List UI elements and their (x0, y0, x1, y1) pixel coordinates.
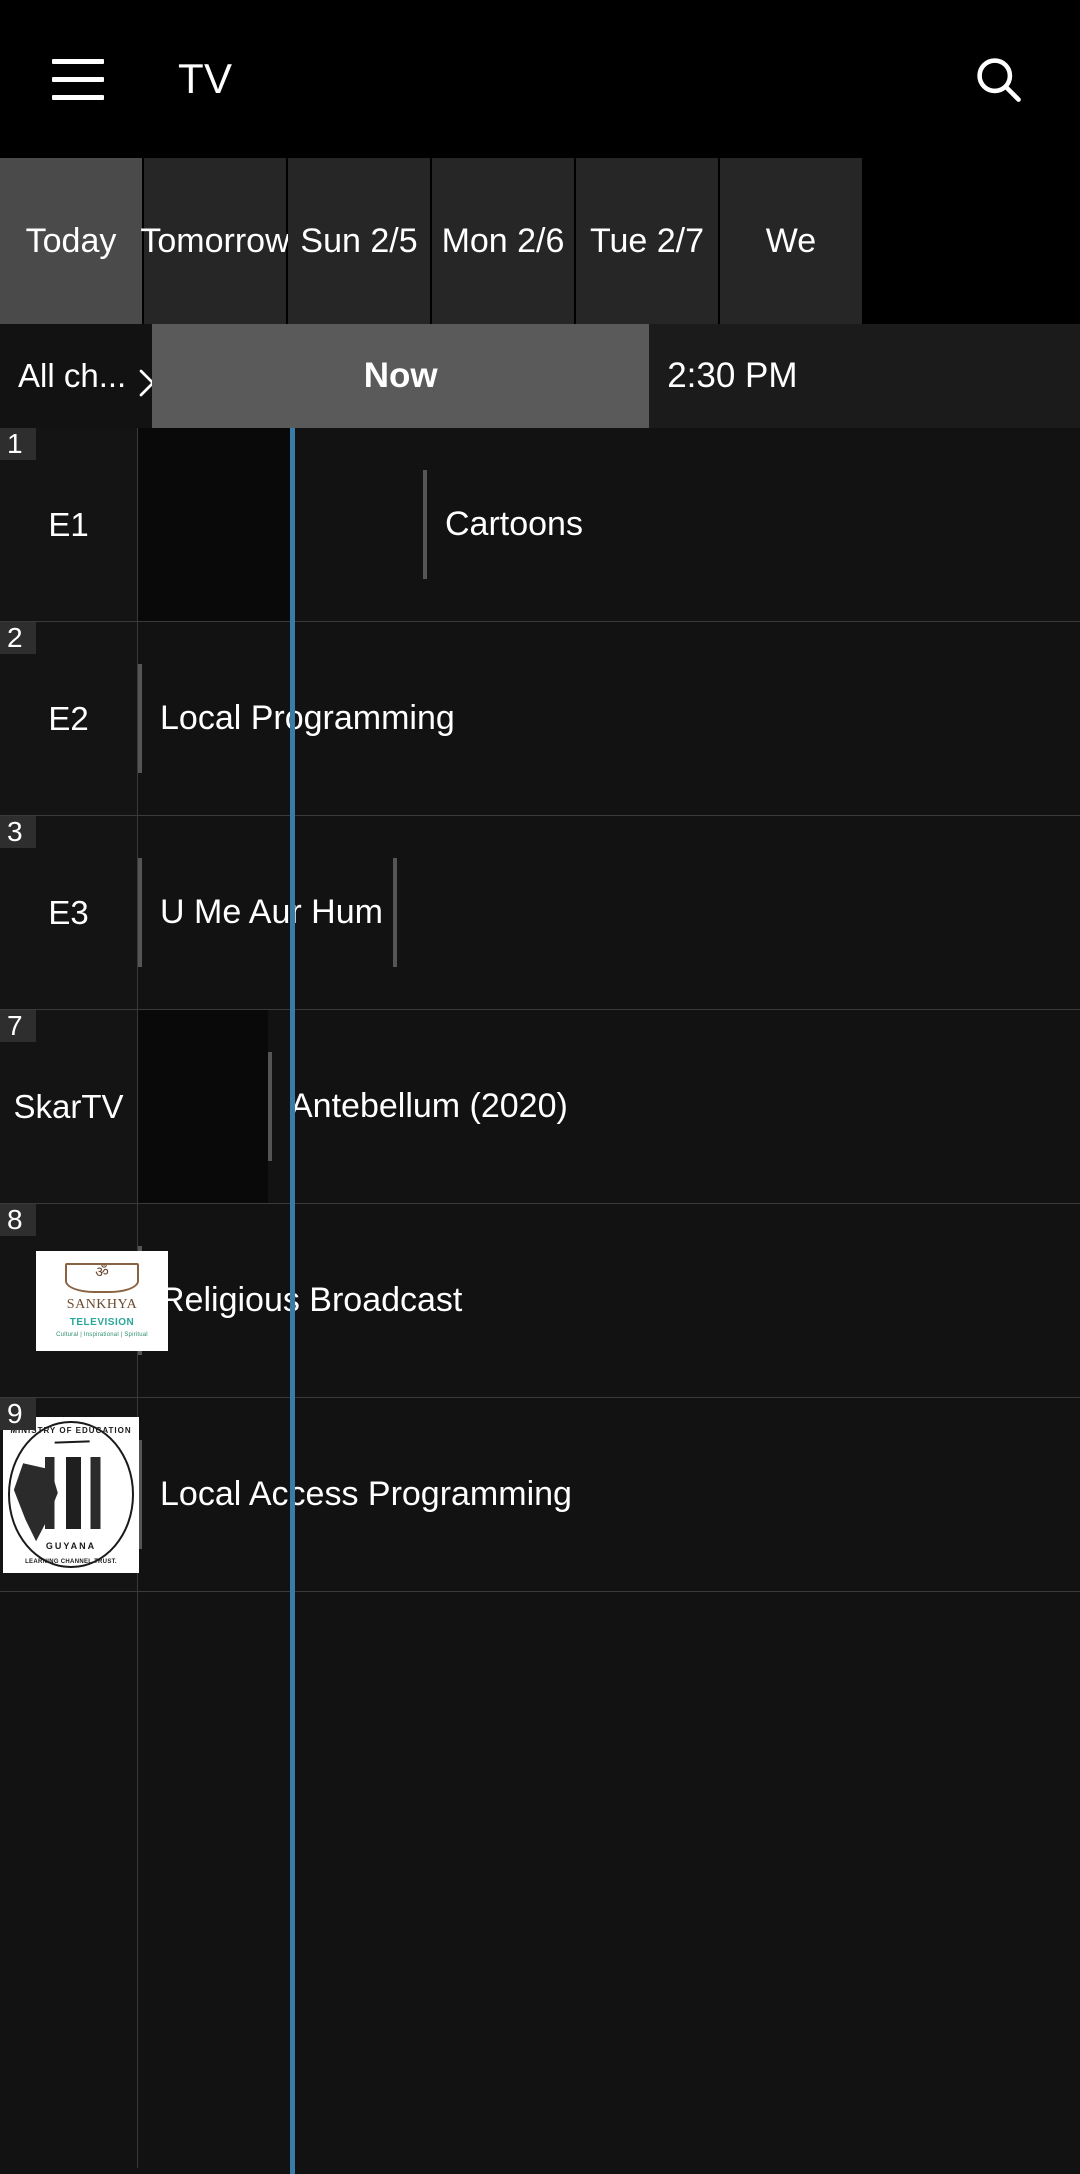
channel-cell[interactable]: 8 ॐ SANKHYA TELEVISION Cultural | Inspiratio… (0, 1204, 168, 1397)
program-separator (138, 664, 142, 773)
program-title: Local Access Programming (160, 1475, 572, 1513)
logo-line-3: Cultural | Inspirational | Spiritual (56, 1331, 148, 1338)
program-title: Cartoons (445, 505, 583, 543)
channel-cell[interactable]: 1 E1 (0, 428, 138, 621)
program-title: Religious Broadcast (160, 1281, 463, 1319)
now-time-header[interactable]: Now (152, 324, 650, 428)
channel-logo: MINISTRY OF EDUCATION GUYANA LEARNING CHAN… (3, 1416, 139, 1573)
channel-row: 1 E1 Cartoons (0, 428, 1080, 622)
program-separator (138, 858, 142, 967)
date-tab-strip[interactable]: Today Tomorrow Sun 2/5 Mon 2/6 Tue 2/7 We (0, 158, 1080, 324)
channel-name: E3 (48, 893, 89, 931)
channel-cell[interactable]: 3 E3 (0, 816, 138, 1009)
program-block[interactable]: Cartoons (423, 428, 1080, 621)
channel-row: 2 E2 Local Programming (0, 622, 1080, 816)
program-block[interactable]: Local Programming (138, 622, 1080, 815)
page-title: TV (178, 55, 233, 102)
channel-row: 7 SkarTV Antebellum (2020) (0, 1010, 1080, 1204)
channel-number: 2 (0, 622, 36, 654)
chevron-right-icon (136, 368, 155, 397)
program-grid-rows: 1 E1 Cartoons 2 E2 Local Programming 3 E3 U Me A… (0, 428, 1080, 1592)
hamburger-menu-icon[interactable] (26, 27, 130, 131)
channel-number: 1 (0, 428, 36, 460)
date-tab[interactable]: Tue 2/7 (576, 158, 720, 324)
channel-row: 8 ॐ SANKHYA TELEVISION Cultural | Inspiratio… (0, 1204, 1080, 1398)
channel-number: 9 (0, 1398, 36, 1430)
channel-filter-label: All ch... (18, 357, 127, 394)
sankhya-logo-art: ॐ SANKHYA TELEVISION Cultural | Inspiration… (36, 1250, 168, 1351)
logo-line-1: SANKHYA (66, 1296, 138, 1312)
time-slot-header[interactable]: 2:30 PM (649, 324, 1080, 428)
program-lane: Religious Broadcast (138, 1204, 1080, 1397)
grid-column-divider (137, 1592, 138, 2168)
om-icon: ॐ (95, 1263, 109, 1281)
program-block[interactable]: Religious Broadcast (138, 1204, 1080, 1397)
channel-number: 7 (0, 1010, 36, 1042)
date-tab[interactable]: We (720, 158, 864, 324)
program-grid: 1 E1 Cartoons 2 E2 Local Programming 3 E3 U Me A… (0, 428, 1080, 2174)
program-lane: Local Programming (138, 622, 1080, 815)
logo-bottom-text-2: LEARNING CHANNEL TRUST. (25, 1558, 117, 1565)
program-lane: Local Access Programming (138, 1398, 1080, 1591)
timeline-header: All ch... Now 2:30 PM (0, 324, 1080, 428)
channel-filter-button[interactable]: All ch... (0, 324, 155, 428)
channel-name: E1 (48, 505, 89, 543)
program-title: Local Programming (160, 699, 455, 737)
program-separator (393, 858, 397, 967)
program-block[interactable]: Antebellum (2020) (268, 1010, 1080, 1203)
program-block[interactable] (138, 428, 290, 621)
channel-name: SkarTV (13, 1087, 124, 1125)
date-tab[interactable]: Sun 2/5 (288, 158, 432, 324)
program-lane: Cartoons (138, 428, 1080, 621)
program-lane: Antebellum (2020) (138, 1010, 1080, 1203)
date-tab[interactable]: Today (0, 158, 144, 324)
channel-number: 8 (0, 1204, 36, 1236)
guyana-moe-logo-art: MINISTRY OF EDUCATION GUYANA LEARNING CHAN… (3, 1416, 139, 1573)
search-glyph (977, 58, 1021, 102)
menu-bar-3 (52, 94, 104, 100)
channel-logo: ॐ SANKHYA TELEVISION Cultural | Inspiration… (36, 1250, 168, 1351)
date-tab[interactable]: Tomorrow (140, 158, 290, 324)
program-title: U Me Aur Hum (160, 893, 383, 931)
channel-cell[interactable]: 2 E2 (0, 622, 138, 815)
program-grid-empty-area (0, 1592, 1080, 2168)
menu-bar-1 (52, 58, 104, 64)
date-tab[interactable]: Mon 2/6 (432, 158, 576, 324)
channel-row: 9 MINISTRY OF EDUCATION GUYANA LEARNING CHA… (0, 1398, 1080, 1592)
menu-bar-2 (52, 76, 104, 82)
program-block[interactable]: U Me Aur Hum (138, 816, 393, 1009)
program-separator (268, 1052, 272, 1161)
channel-row: 3 E3 U Me Aur Hum (0, 816, 1080, 1010)
channel-cell[interactable]: 9 MINISTRY OF EDUCATION GUYANA LEARNING CHA… (0, 1398, 139, 1591)
logo-bottom-text-1: GUYANA (45, 1540, 97, 1551)
program-title: Antebellum (2020) (290, 1087, 568, 1125)
app-bar: TV (0, 0, 1080, 158)
channel-number: 3 (0, 816, 36, 848)
search-icon[interactable] (946, 27, 1050, 131)
program-block[interactable] (138, 1010, 268, 1203)
logo-line-2: TELEVISION (69, 1316, 135, 1328)
program-lane: U Me Aur Hum (138, 816, 1080, 1009)
current-time-indicator (290, 428, 295, 2174)
program-block[interactable] (393, 816, 1080, 1009)
program-separator (423, 470, 427, 579)
channel-name: E2 (48, 699, 89, 737)
channel-cell[interactable]: 7 SkarTV (0, 1010, 138, 1203)
program-block[interactable]: Local Access Programming (138, 1398, 1080, 1591)
